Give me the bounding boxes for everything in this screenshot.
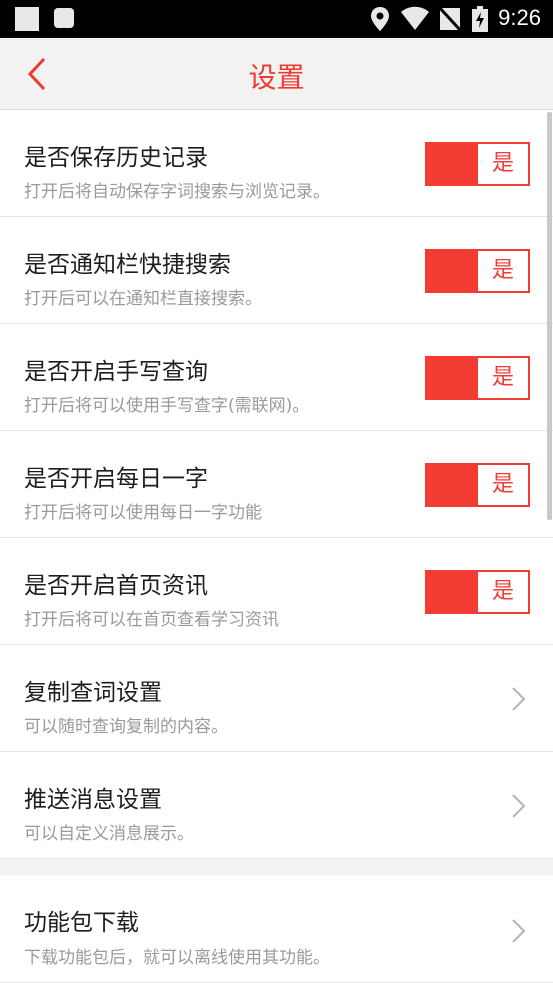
setting-title: 是否开启每日一字 <box>24 466 208 492</box>
setting-title: 功能包下载 <box>24 910 139 936</box>
no-signal-icon <box>438 6 462 32</box>
chevron-right-icon <box>512 919 526 943</box>
notification-search-toggle[interactable]: 是 <box>425 249 530 293</box>
toggle-label: 是 <box>491 258 514 283</box>
title-bar: 设置 <box>0 38 553 110</box>
setting-description: 打开后可以在通知栏直接搜索。 <box>24 289 262 309</box>
setting-row-notification-search: 是否通知栏快捷搜索 打开后可以在通知栏直接搜索。 是 <box>0 217 553 324</box>
chevron-right-icon <box>512 794 526 818</box>
setting-row-save-history: 是否保存历史记录 打开后将自动保存字词搜索与浏览记录。 是 <box>0 110 553 217</box>
section-divider <box>0 859 553 875</box>
toggle-label: 是 <box>491 472 514 497</box>
notification-app-icon <box>54 8 74 28</box>
setting-description: 打开后将可以使用每日一字功能 <box>24 503 262 523</box>
toggle-knob <box>427 465 478 505</box>
setting-description: 打开后将可以使用手写查字(需联网)。 <box>24 396 310 416</box>
setting-title: 复制查词设置 <box>24 680 162 706</box>
setting-row-push-messages[interactable]: 推送消息设置 可以自定义消息展示。 <box>0 752 553 859</box>
status-time: 9:26 <box>498 5 541 30</box>
toggle-label: 是 <box>491 151 514 176</box>
setting-description: 下载功能包后，就可以离线使用其功能。 <box>24 948 330 968</box>
toggle-label: 是 <box>491 579 514 604</box>
setting-row-handwriting: 是否开启手写查询 打开后将可以使用手写查字(需联网)。 是 <box>0 324 553 431</box>
handwriting-toggle[interactable]: 是 <box>425 356 530 400</box>
toggle-knob <box>427 358 478 398</box>
status-bar: 9:26 <box>0 0 553 38</box>
setting-title: 是否开启手写查询 <box>24 359 208 385</box>
setting-title: 是否保存历史记录 <box>24 145 208 171</box>
setting-row-daily-character: 是否开启每日一字 打开后将可以使用每日一字功能 是 <box>0 431 553 538</box>
daily-character-toggle[interactable]: 是 <box>425 463 530 507</box>
battery-charging-icon <box>472 6 488 32</box>
setting-title: 是否通知栏快捷搜索 <box>24 252 231 278</box>
settings-list: 是否保存历史记录 打开后将自动保存字词搜索与浏览记录。 是 是否通知栏快捷搜索 … <box>0 110 553 859</box>
setting-description: 打开后将可以在首页查看学习资讯 <box>24 610 279 630</box>
scrollbar[interactable] <box>547 112 552 520</box>
setting-row-homepage-news: 是否开启首页资讯 打开后将可以在首页查看学习资讯 是 <box>0 538 553 645</box>
chevron-right-icon <box>512 687 526 711</box>
toggle-knob <box>427 251 478 291</box>
setting-description: 可以自定义消息展示。 <box>24 824 194 844</box>
page-title: 设置 <box>248 61 305 94</box>
setting-row-copy-lookup[interactable]: 复制查词设置 可以随时查询复制的内容。 <box>0 645 553 752</box>
toggle-label: 是 <box>491 365 514 390</box>
toggle-knob <box>427 144 478 184</box>
setting-title: 推送消息设置 <box>24 787 162 813</box>
toggle-knob <box>427 572 478 612</box>
setting-description: 打开后将自动保存字词搜索与浏览记录。 <box>24 182 330 202</box>
setting-description: 可以随时查询复制的内容。 <box>24 717 228 737</box>
setting-title: 是否开启首页资讯 <box>24 573 208 599</box>
homepage-news-toggle[interactable]: 是 <box>425 570 530 614</box>
setting-row-offline-packages[interactable]: 功能包下载 下载功能包后，就可以离线使用其功能。 <box>0 875 553 983</box>
location-icon <box>371 7 389 31</box>
notification-square-icon <box>15 7 39 31</box>
wifi-icon <box>401 6 429 30</box>
save-history-toggle[interactable]: 是 <box>425 142 530 186</box>
